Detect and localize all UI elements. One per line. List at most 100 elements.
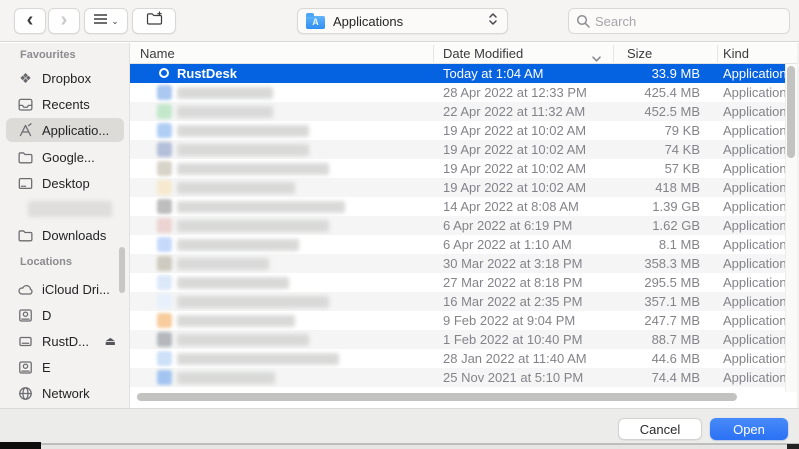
table-row[interactable]: 19 Apr 2022 at 10:02 AM418 MBApplication [130, 178, 785, 197]
sidebar-item-label: Network [42, 386, 90, 401]
column-divider [433, 45, 434, 62]
cancel-button[interactable]: Cancel [618, 418, 702, 440]
table-row[interactable]: 19 Apr 2022 at 10:02 AM57 KBApplication [130, 159, 785, 178]
file-name-redacted [177, 144, 309, 156]
size-cell: 357.1 MB [550, 292, 700, 311]
app-icon-redacted [157, 256, 172, 271]
app-icon-redacted [157, 332, 172, 347]
sidebar-item-google[interactable]: Google... [6, 145, 124, 169]
kind-cell: Application [723, 330, 785, 349]
kind-cell: Application [723, 368, 785, 387]
back-icon: ‹ [27, 10, 34, 30]
sidebar-item-redacted[interactable] [28, 201, 112, 217]
column-header-size[interactable]: Size [627, 43, 652, 64]
sidebar-item-downloads[interactable]: Downloads [6, 223, 124, 247]
kind-cell: Application [723, 273, 785, 292]
table-row[interactable]: 22 Apr 2022 at 11:32 AM452.5 MBApplicati… [130, 102, 785, 121]
back-button[interactable]: ‹ [14, 8, 46, 34]
table-row[interactable]: 19 Apr 2022 at 10:02 AM74 KBApplication [130, 140, 785, 159]
file-name-redacted [177, 125, 309, 137]
file-name-redacted [177, 87, 273, 99]
dropbox-icon: ❖ [16, 70, 35, 86]
app-icon-redacted [157, 123, 172, 138]
size-cell: 33.9 MB [550, 64, 700, 83]
sidebar-item-label: Recents [42, 97, 90, 112]
toolbar: ‹ › ⌄ A Applications [0, 0, 799, 42]
sidebar-item-network[interactable]: Network [6, 381, 124, 405]
file-name-redacted [177, 334, 309, 346]
sidebar-item-label: E [42, 360, 51, 375]
kind-cell: Application [723, 349, 785, 368]
sidebar-item-label: Google... [42, 150, 95, 165]
table-row-rustdesk[interactable]: RustDeskToday at 1:04 AM33.9 MBApplicati… [130, 64, 785, 83]
table-row[interactable]: 25 Nov 2021 at 5:10 PM74.4 MBApplication [130, 368, 785, 387]
sidebar-scrollbar-thumb[interactable] [119, 247, 125, 293]
open-button[interactable]: Open [710, 418, 788, 440]
sidebar-item-label: Downloads [42, 228, 106, 243]
forward-button[interactable]: › [48, 8, 80, 34]
size-cell: 358.3 MB [550, 254, 700, 273]
new-folder-icon [146, 11, 163, 31]
eject-icon[interactable]: ⏏ [105, 334, 116, 348]
table-row[interactable]: 6 Apr 2022 at 6:19 PM1.62 GBApplication [130, 216, 785, 235]
recents-icon [16, 96, 35, 113]
file-name-redacted [177, 277, 289, 289]
window-bottom-fill [0, 445, 799, 449]
sidebar-item-d[interactable]: D [6, 303, 124, 327]
background-window-fragment-right [787, 444, 799, 449]
kind-cell: Application [723, 235, 785, 254]
kind-cell: Application [723, 64, 785, 83]
table-row[interactable]: 30 Mar 2022 at 3:18 PM358.3 MBApplicatio… [130, 254, 785, 273]
size-cell: 418 MB [550, 178, 700, 197]
sidebar-item-recents[interactable]: Recents [6, 92, 124, 116]
sidebar-item-label: RustD... [42, 334, 89, 349]
sidebar-item-rustd[interactable]: RustD... ⏏ [6, 329, 124, 353]
new-folder-button[interactable] [132, 8, 176, 34]
file-name-redacted [177, 296, 329, 308]
globe-icon [16, 385, 35, 402]
kind-cell: Application [723, 140, 785, 159]
app-icon-redacted [157, 180, 172, 195]
column-header-date[interactable]: Date Modified [443, 43, 523, 64]
app-icon-redacted [157, 294, 172, 309]
folder-icon [16, 227, 35, 244]
kind-cell: Application [723, 178, 785, 197]
table-row[interactable]: 19 Apr 2022 at 10:02 AM79 KBApplication [130, 121, 785, 140]
search-input[interactable] [595, 14, 775, 29]
file-name-redacted [177, 220, 329, 232]
table-row[interactable]: 6 Apr 2022 at 1:10 AM8.1 MBApplication [130, 235, 785, 254]
table-row[interactable]: 14 Apr 2022 at 8:08 AM1.39 GBApplication [130, 197, 785, 216]
table-row[interactable]: 16 Mar 2022 at 2:35 PM357.1 MBApplicatio… [130, 292, 785, 311]
kind-cell: Application [723, 254, 785, 273]
sidebar-item-iclouddri[interactable]: iCloud Dri... [6, 277, 124, 301]
table-row[interactable]: 28 Apr 2022 at 12:33 PM425.4 MBApplicati… [130, 83, 785, 102]
table-row[interactable]: 27 Mar 2022 at 8:18 PM295.5 MBApplicatio… [130, 273, 785, 292]
search-field[interactable] [568, 8, 790, 34]
disk-icon [16, 359, 35, 376]
sidebar-item-e[interactable]: E [6, 355, 124, 379]
sidebar-item-applicatio[interactable]: Applicatio... [6, 118, 124, 142]
table-row[interactable]: 28 Jan 2022 at 11:40 AM44.6 MBApplicatio… [130, 349, 785, 368]
app-icon-redacted [157, 370, 172, 385]
sidebar-item-label: iCloud Dri... [42, 282, 110, 297]
vertical-scrollbar-thumb[interactable] [787, 66, 795, 158]
app-icon-redacted [157, 275, 172, 290]
kind-cell: Application [723, 216, 785, 235]
sidebar-item-desktop[interactable]: Desktop [6, 171, 124, 195]
kind-cell: Application [723, 311, 785, 330]
sidebar-section-label: Locations [20, 256, 72, 268]
file-list: Name Date Modified Size Kind RustDeskTod… [130, 43, 799, 408]
size-cell: 74 KB [550, 140, 700, 159]
column-header-name[interactable]: Name [140, 43, 175, 64]
table-row[interactable]: 1 Feb 2022 at 10:40 PM88.7 MBApplication [130, 330, 785, 349]
app-icon-redacted [157, 85, 172, 100]
file-name-redacted [177, 372, 275, 384]
file-name-redacted [177, 353, 339, 365]
horizontal-scrollbar-thumb[interactable] [137, 393, 737, 401]
view-options-button[interactable]: ⌄ [84, 8, 128, 34]
file-name-redacted [177, 258, 269, 270]
table-row[interactable]: 9 Feb 2022 at 9:04 PM247.7 MBApplication [130, 311, 785, 330]
column-header-kind[interactable]: Kind [723, 43, 749, 64]
sidebar-item-dropbox[interactable]: ❖Dropbox [6, 66, 124, 90]
location-dropdown[interactable]: A Applications [297, 8, 508, 34]
